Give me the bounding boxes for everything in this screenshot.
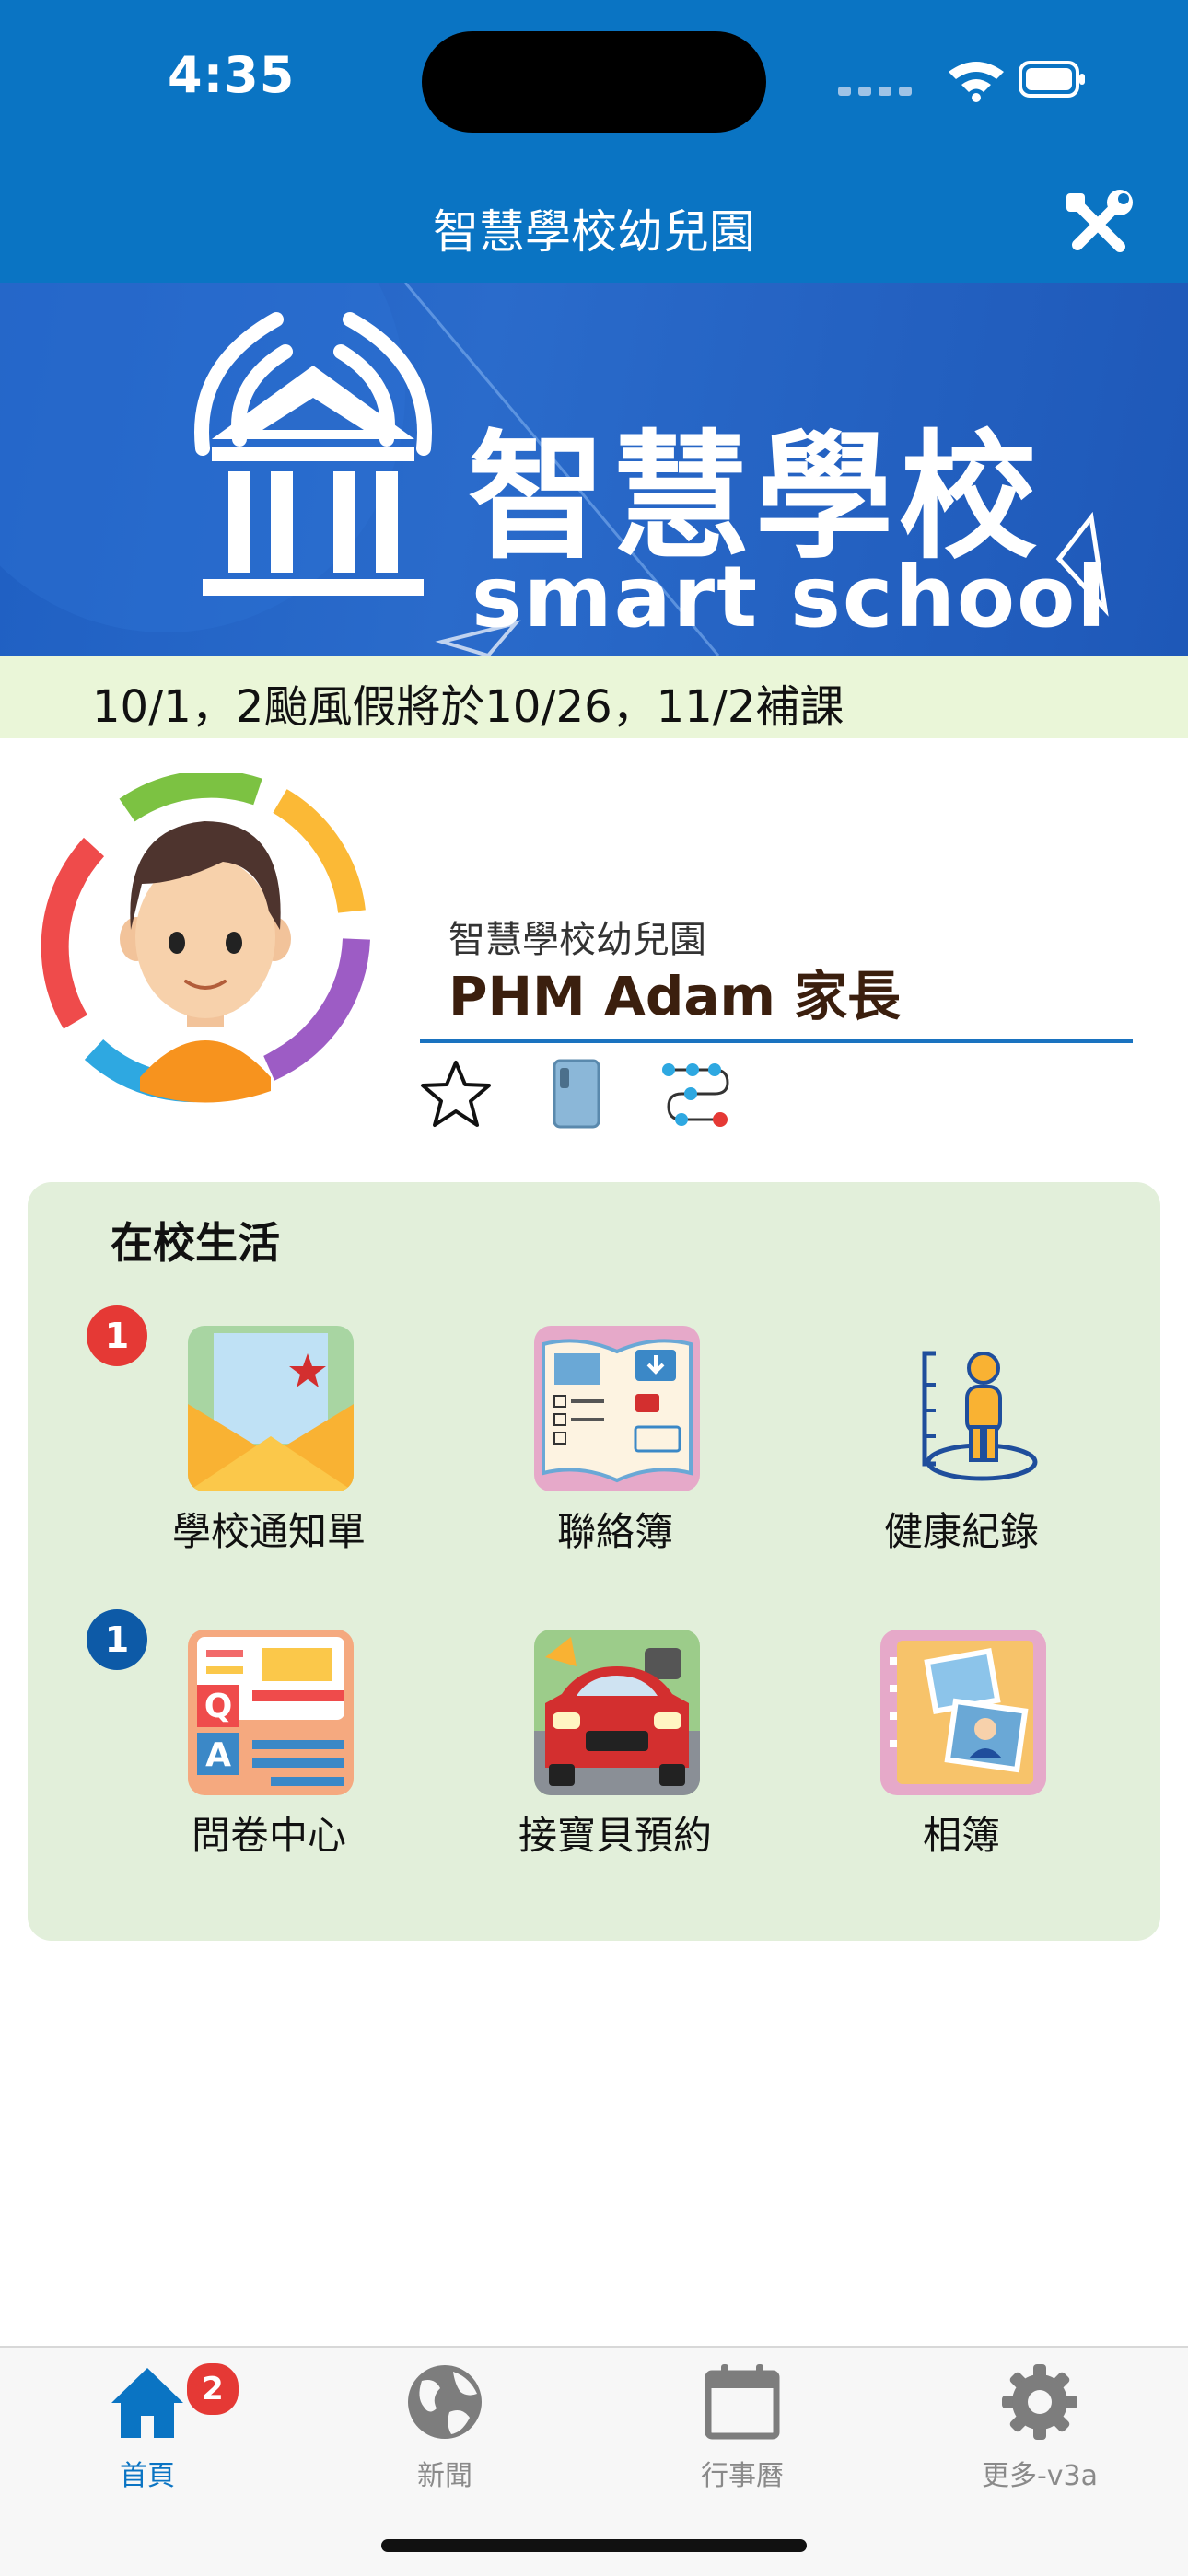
car-icon <box>534 1630 700 1795</box>
tile-label: 相簿 <box>922 1813 1000 1858</box>
tab-badge: 2 <box>184 2361 241 2418</box>
tab-more[interactable]: 更多-v3a <box>929 2361 1150 2499</box>
tile-health-record[interactable]: 健康紀錄 <box>805 1326 1118 1602</box>
tile-label: 問卷中心 <box>191 1813 346 1858</box>
top-bar: 4:35 智慧學校幼兒園 <box>0 0 1188 283</box>
announcement-bar[interactable]: 10/1，2颱風假將於10/26，11/2補課 <box>0 656 1188 738</box>
banner-subtitle: smart school <box>472 548 1108 646</box>
user-name: PHM Adam 家長 <box>448 965 902 1027</box>
tab-label: 首頁 <box>120 2460 175 2492</box>
avatar[interactable] <box>39 773 372 1107</box>
status-icons <box>838 61 1085 102</box>
tile-photo-album[interactable]: 相簿 <box>805 1630 1118 1906</box>
switch-account-icon[interactable] <box>659 1057 733 1131</box>
school-logo-icon <box>194 312 432 596</box>
notification-badge: 1 <box>87 1305 147 1366</box>
tab-label: 行事曆 <box>701 2460 784 2492</box>
tile-label: 健康紀錄 <box>883 1509 1039 1554</box>
tab-news[interactable]: 新聞 <box>334 2361 555 2499</box>
tab-label: 更多-v3a <box>981 2460 1099 2492</box>
battery-icon <box>1019 61 1085 98</box>
gear-icon <box>1002 2364 1077 2440</box>
contact-book-icon <box>534 1326 700 1491</box>
school-life-card: 在校生活 學校通知單 1 聯絡簿 健康紀錄 Q A 問卷中心 1 接寶貝預約 相… <box>28 1182 1160 1941</box>
survey-qa-icon: Q A <box>188 1630 354 1795</box>
page-title: 智慧學校幼兒園 <box>433 205 755 259</box>
profile-divider <box>420 1039 1133 1043</box>
status-time: 4:35 <box>168 46 296 104</box>
notification-badge: 1 <box>87 1609 147 1670</box>
phone-icon[interactable] <box>540 1057 613 1131</box>
tools-icon[interactable] <box>1059 186 1136 263</box>
signal-icon <box>838 87 912 96</box>
announcement-text: 10/1，2颱風假將於10/26，11/2補課 <box>92 681 844 733</box>
tab-calendar[interactable]: 行事曆 <box>632 2361 853 2499</box>
tab-label: 新聞 <box>417 2460 472 2492</box>
wifi-icon <box>949 62 1004 102</box>
star-icon[interactable] <box>419 1057 493 1131</box>
photo-album-icon <box>880 1630 1046 1795</box>
tile-school-notice[interactable]: 學校通知單 <box>112 1326 425 1602</box>
notice-envelope-icon <box>188 1326 354 1491</box>
tile-contact-book[interactable]: 聯絡簿 <box>459 1326 772 1602</box>
tile-pickup-booking[interactable]: 接寶貝預約 <box>459 1630 772 1906</box>
home-indicator <box>381 2539 807 2552</box>
section-title: 在校生活 <box>111 1218 280 1268</box>
svg-text:A: A <box>205 1736 231 1774</box>
globe-icon <box>408 2365 482 2439</box>
tile-survey-center[interactable]: Q A 問卷中心 <box>112 1630 425 1906</box>
tile-label: 接寶貝預約 <box>518 1813 712 1858</box>
svg-text:Q: Q <box>204 1688 233 1725</box>
home-icon <box>111 2368 183 2438</box>
tile-label: 聯絡簿 <box>556 1509 673 1554</box>
tile-label: 學校通知單 <box>171 1509 366 1554</box>
dynamic-island <box>422 31 766 133</box>
hero-banner: 智慧學校 smart school <box>0 283 1188 656</box>
calendar-icon <box>705 2364 780 2440</box>
tab-home[interactable]: 2 首頁 <box>37 2361 258 2499</box>
health-record-icon <box>880 1326 1046 1491</box>
